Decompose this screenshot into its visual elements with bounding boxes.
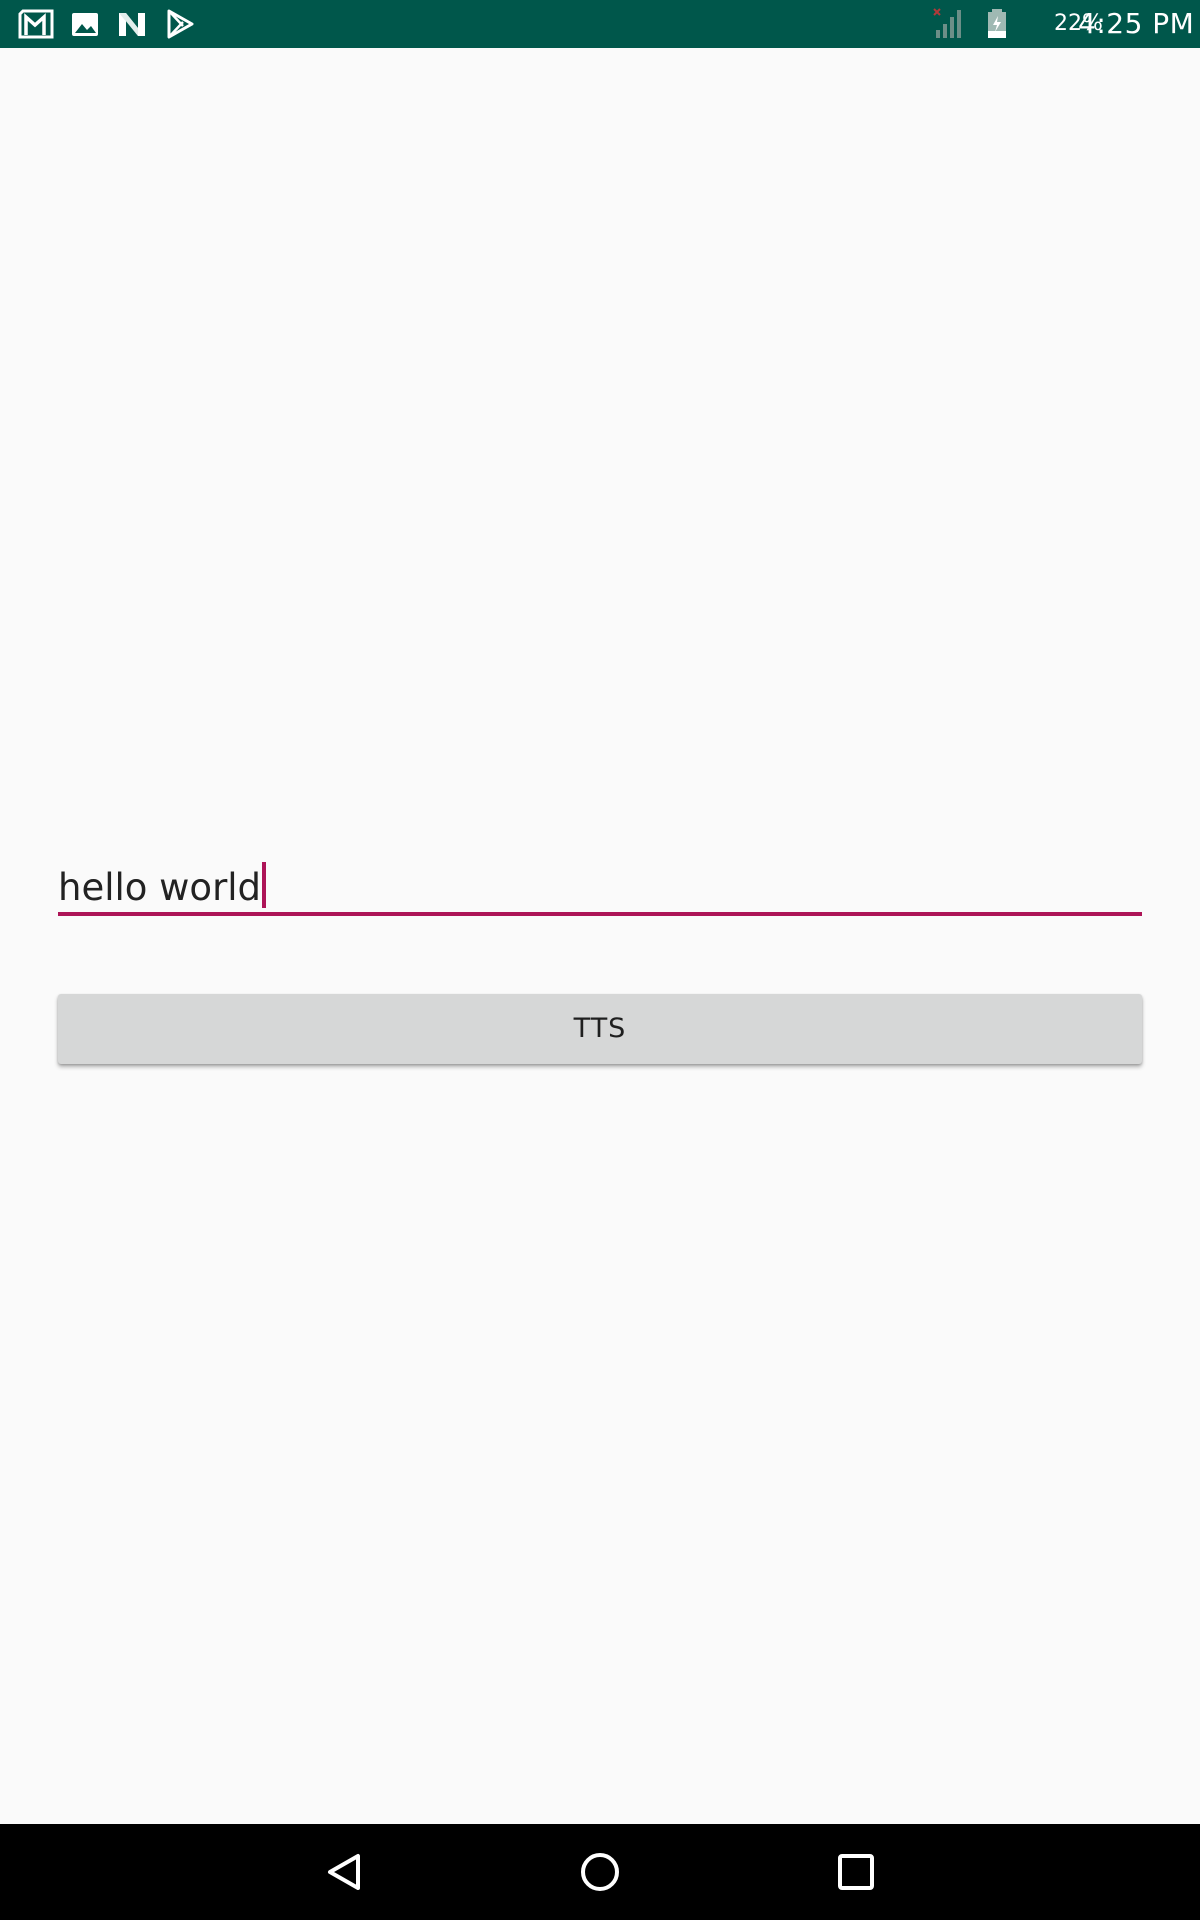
text-input[interactable]: hello world [58,802,1142,916]
tts-button[interactable]: TTS [58,994,1142,1064]
gmail-icon [18,9,54,39]
text-cursor [262,862,267,908]
main-content: hello world TTS [0,48,1200,1824]
status-bar: 22% 4:25 PM [0,0,1200,48]
photos-icon [72,13,98,36]
text-input-underline [58,912,1142,916]
text-input-text: hello world [58,866,262,909]
back-icon[interactable] [314,1842,374,1902]
cell-signal-icon [933,8,961,38]
navigation-bar [0,1824,1200,1920]
clock: 4:25 PM [1078,7,1195,40]
text-input-value[interactable]: hello world [58,862,267,910]
n-app-icon [119,13,145,36]
home-icon[interactable] [570,1842,630,1902]
recents-icon[interactable] [826,1842,886,1902]
play-store-icon [167,9,194,39]
battery-icon [988,9,1006,38]
